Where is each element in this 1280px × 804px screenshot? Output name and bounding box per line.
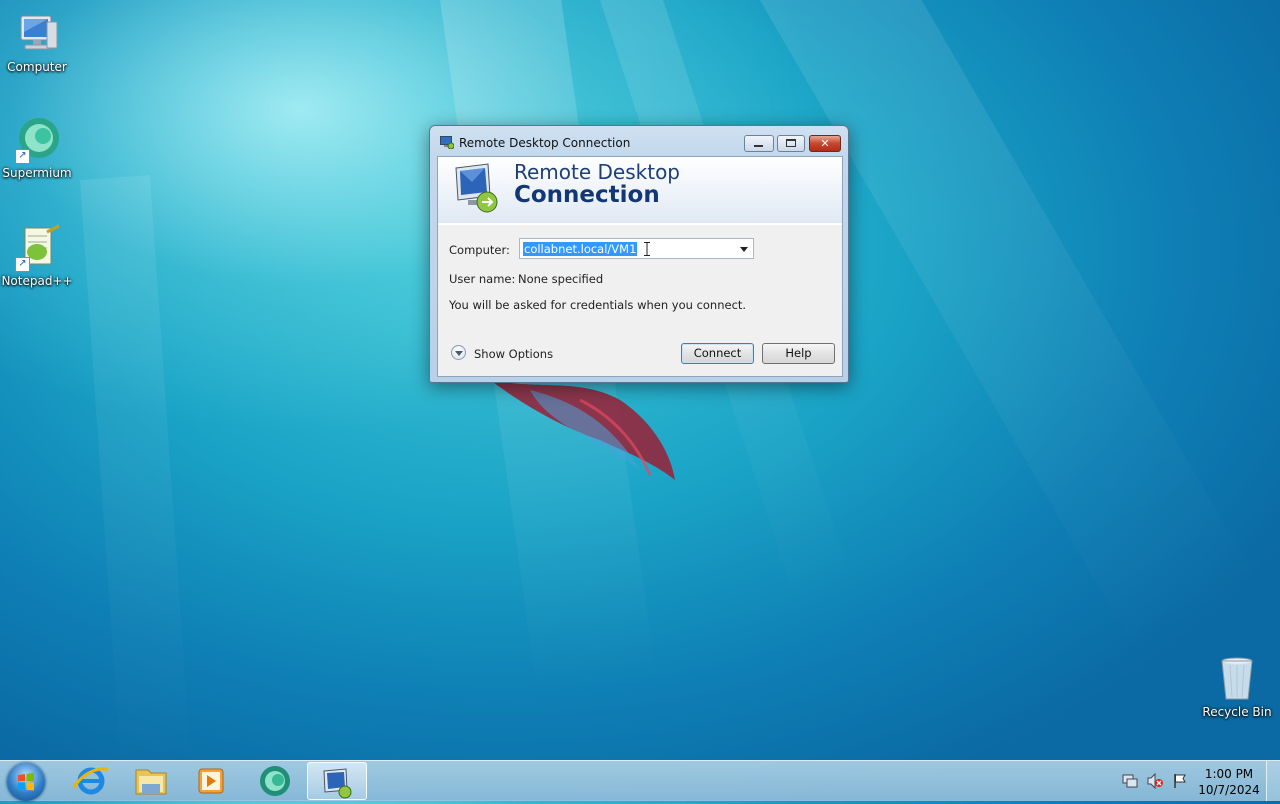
notepad-plus-plus-icon: ↗ (13, 224, 61, 272)
supermium-icon: ↗ (13, 116, 61, 164)
computer-icon (13, 10, 61, 58)
taskbar-supermium[interactable] (246, 762, 304, 800)
username-value: None specified (518, 272, 604, 286)
desktop-icon-supermium[interactable]: ↗ Supermium (0, 116, 74, 180)
remote-desktop-icon (440, 136, 454, 149)
start-button[interactable] (7, 763, 45, 801)
clock-date: 10/7/2024 (1198, 783, 1260, 797)
maximize-button[interactable] (777, 135, 805, 152)
desktop-icon-label: Recycle Bin (1202, 705, 1272, 719)
text-cursor-icon (644, 242, 650, 256)
banner-title-line1: Remote Desktop (514, 160, 681, 184)
username-label: User name: (449, 272, 516, 286)
banner-title-line2: Connection (514, 182, 660, 208)
show-options-link[interactable]: Show Options (474, 347, 553, 361)
show-desktop-button[interactable] (1266, 761, 1280, 801)
desktop-icon-label: Computer (7, 60, 67, 74)
desktop-icon-notepadpp[interactable]: ↗ Notepad++ (0, 224, 74, 288)
shortcut-arrow-icon: ↗ (15, 149, 30, 164)
minimize-icon (754, 145, 763, 147)
network-icon[interactable] (1122, 773, 1138, 789)
taskbar: 1:00 PM 10/7/2024 (0, 760, 1280, 801)
taskbar-file-explorer[interactable] (122, 762, 180, 800)
folder-icon (135, 769, 167, 795)
title-bar[interactable]: Remote Desktop Connection ✕ (430, 126, 848, 156)
computer-label: Computer: (449, 243, 510, 257)
dropdown-arrow-icon[interactable] (740, 247, 748, 252)
taskbar-internet-explorer[interactable] (62, 762, 120, 800)
dialog-body: Remote Desktop Connection Computer: coll… (437, 156, 843, 377)
media-player-icon (198, 768, 224, 794)
minimize-button[interactable] (744, 135, 774, 152)
window-title: Remote Desktop Connection (459, 136, 631, 150)
desktop-icon-recycle-bin[interactable]: Recycle Bin (1200, 655, 1274, 719)
desktop-icon-label: Supermium (2, 166, 72, 180)
close-button[interactable]: ✕ (809, 135, 841, 152)
supermium-icon (260, 766, 290, 796)
header-banner: Remote Desktop Connection (438, 157, 842, 225)
desktop-icon-label: Notepad++ (1, 274, 73, 288)
shortcut-arrow-icon: ↗ (15, 257, 30, 272)
computer-combobox[interactable]: collabnet.local/VM1 (519, 238, 754, 259)
taskbar-media-player[interactable] (182, 762, 240, 800)
internet-explorer-icon (72, 767, 109, 795)
clock-time: 1:00 PM (1204, 767, 1254, 781)
windows-logo-icon (18, 773, 34, 791)
action-center-flag-icon[interactable] (1172, 773, 1188, 789)
connect-button[interactable]: Connect (681, 343, 754, 364)
volume-muted-icon[interactable] (1147, 773, 1163, 789)
system-clock[interactable]: 1:00 PM 10/7/2024 (1196, 766, 1262, 798)
taskbar-remote-desktop[interactable] (307, 762, 367, 800)
credentials-note: You will be asked for credentials when y… (449, 298, 747, 312)
computer-input-value[interactable]: collabnet.local/VM1 (523, 242, 638, 256)
desktop-icon-computer[interactable]: Computer (0, 10, 74, 74)
recycle-bin-icon (1213, 655, 1261, 703)
rdc-dialog: Remote Desktop Connection ✕ Remote Deskt… (429, 125, 849, 383)
show-options-chevron-icon[interactable] (451, 345, 466, 360)
remote-desktop-logo-icon (455, 163, 498, 213)
maximize-icon (786, 139, 796, 147)
remote-desktop-icon (323, 768, 352, 799)
close-icon: ✕ (820, 137, 830, 150)
help-button[interactable]: Help (762, 343, 835, 364)
